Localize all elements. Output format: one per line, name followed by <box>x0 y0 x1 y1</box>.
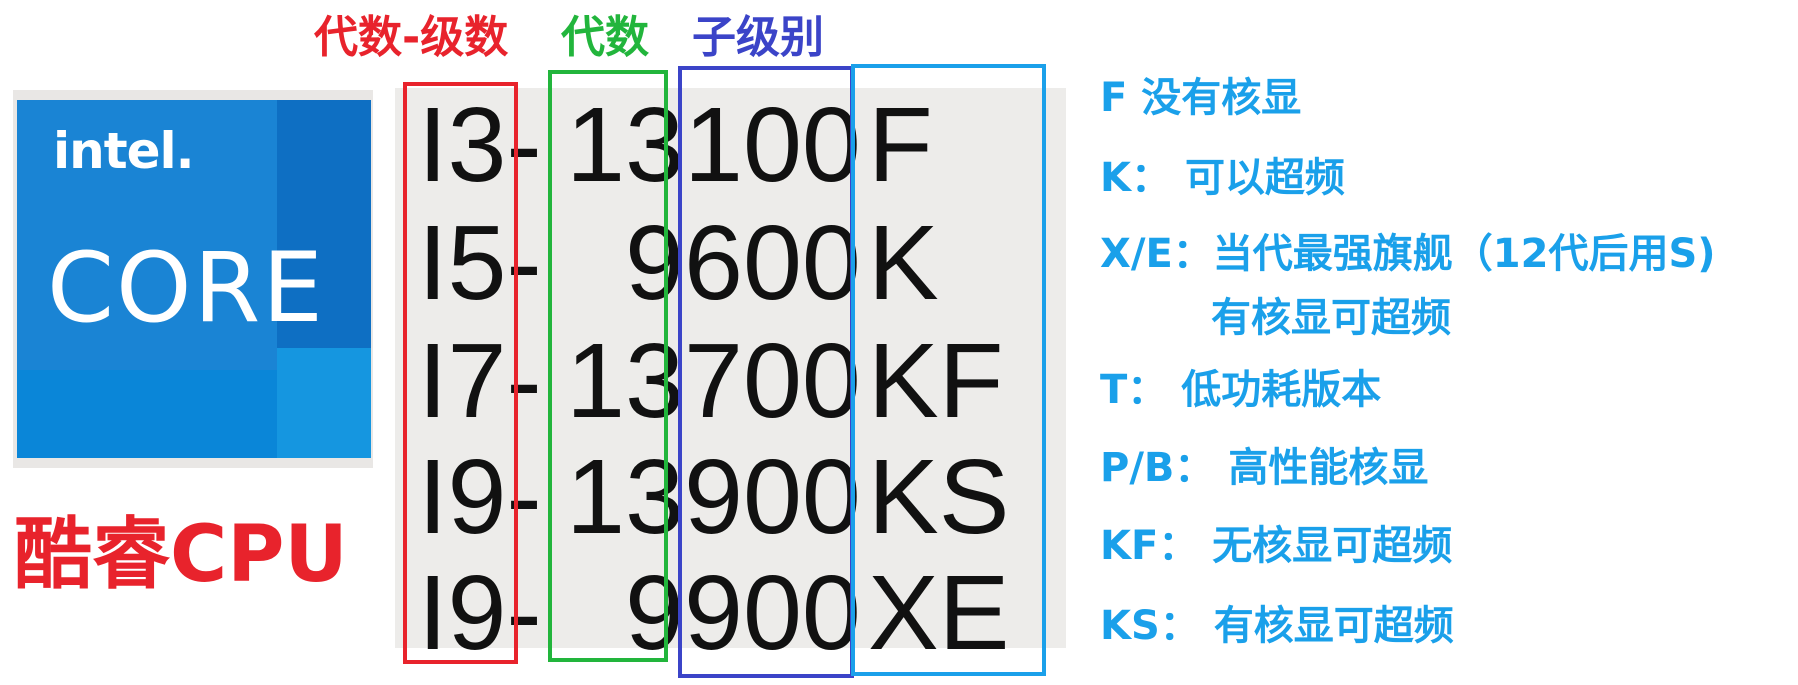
legend-key: X/E： <box>1100 231 1213 277</box>
header-gen-level: 代数-级数 <box>314 12 509 63</box>
sub-level-highlight-box <box>678 66 854 678</box>
logo-product: CORE <box>47 232 325 344</box>
legend-key: KF： <box>1100 523 1199 569</box>
legend-item: KS： 有核显可超频 <box>1100 598 1454 654</box>
gen-level-highlight-box <box>403 82 518 664</box>
header-sub-level: 子级别 <box>692 12 824 63</box>
header-generation: 代数 <box>561 12 649 63</box>
legend-item: X/E：当代最强旗舰（12代后用S) <box>1100 226 1716 282</box>
legend-item: KF： 无核显可超频 <box>1100 518 1452 574</box>
legend-item-continuation: 有核显可超频 <box>1211 295 1451 341</box>
legend-key: K： <box>1100 155 1171 201</box>
legend-key: P/B： <box>1100 445 1215 491</box>
legend-item: P/B： 高性能核显 <box>1100 440 1428 496</box>
logo-brand: intel. <box>53 122 195 180</box>
legend-item: T： 低功耗版本 <box>1100 362 1381 418</box>
legend-desc: 高性能核显 <box>1228 445 1429 491</box>
legend-key: KS： <box>1100 603 1200 649</box>
legend-key: F <box>1100 75 1128 121</box>
legend-desc: 无核显可超频 <box>1212 523 1453 569</box>
legend-desc: 可以超频 <box>1184 155 1345 201</box>
legend-desc: 有核显可超频 <box>1213 603 1454 649</box>
intel-core-logo: intel. CORE <box>17 100 371 458</box>
legend-desc: 没有核显 <box>1141 75 1302 121</box>
legend-key: T： <box>1100 367 1168 413</box>
legend-item: K： 可以超频 <box>1100 150 1345 206</box>
generation-highlight-box <box>548 70 668 662</box>
legend-desc: 低功耗版本 <box>1181 367 1382 413</box>
logo-block <box>277 348 371 458</box>
legend-item: F 没有核显 <box>1100 70 1301 126</box>
suffix-highlight-box <box>851 64 1046 676</box>
page-title: 酷睿CPU <box>14 510 348 600</box>
legend-desc: 当代最强旗舰（12代后用S) <box>1212 231 1716 277</box>
